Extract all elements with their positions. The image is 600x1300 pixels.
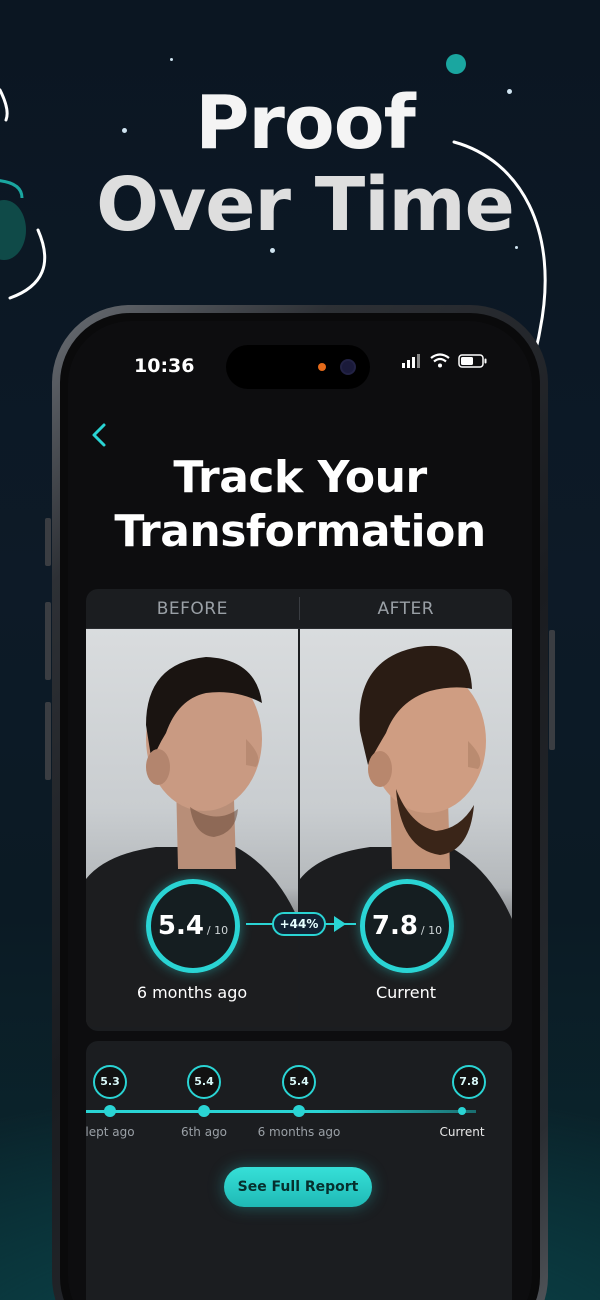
battery-icon (458, 353, 487, 368)
after-label: AFTER (377, 599, 435, 619)
status-icons (402, 353, 488, 368)
photo-comparison: 5.4 / 10 6 months ago 7.8 / 10 Current (86, 629, 512, 1027)
title-line-2: Transformation (114, 506, 486, 557)
progress-timeline-card: 5.3 lept ago 5.4 6th ago 5.4 6 months ag… (86, 1041, 512, 1300)
title-line-1: Track Your (173, 452, 427, 503)
phone-mute-switch (45, 518, 51, 566)
timeline-node[interactable] (198, 1105, 210, 1117)
phone-power-button (549, 630, 555, 750)
timeline-score-badge[interactable]: 5.4 (282, 1065, 316, 1099)
back-button[interactable] (88, 421, 116, 449)
phone-volume-up (45, 602, 51, 680)
before-label: BEFORE (156, 599, 228, 619)
chevron-left-icon (92, 423, 106, 447)
before-score-denominator: / 10 (206, 923, 229, 937)
timeline-label: 6 months ago (257, 1125, 341, 1139)
timeline-node[interactable] (104, 1105, 116, 1117)
after-score-ring: 7.8 / 10 (360, 879, 454, 973)
after-score: 7.8 (371, 911, 418, 941)
phone-bezel: 10:36 Track Your Transformation BEFORE A… (60, 313, 540, 1300)
timeline-score-badge[interactable]: 7.8 (452, 1065, 486, 1099)
page-title: Track Your Transformation (68, 451, 532, 559)
camera-icon (340, 359, 356, 375)
timeline-score-badge[interactable]: 5.3 (93, 1065, 127, 1099)
dynamic-island (226, 345, 370, 389)
after-score-denominator: / 10 (420, 923, 443, 937)
timeline-node[interactable] (458, 1107, 466, 1115)
arrow-right-icon (334, 916, 346, 932)
before-caption: 6 months ago (136, 983, 248, 1002)
before-score: 5.4 (157, 911, 204, 941)
star-dot (170, 58, 173, 61)
timeline-label-current: Current (439, 1125, 485, 1139)
before-photo[interactable]: 5.4 / 10 6 months ago (86, 629, 298, 1027)
teal-dot-decoration (446, 54, 466, 74)
recording-indicator-icon (318, 363, 326, 371)
timeline-track (86, 1110, 476, 1113)
timeline-node[interactable] (293, 1105, 305, 1117)
status-time: 10:36 (134, 355, 195, 377)
phone-frame: 10:36 Track Your Transformation BEFORE A… (52, 305, 548, 1300)
compare-header: BEFORE AFTER (86, 589, 512, 629)
before-after-card: BEFORE AFTER 5.4 / 10 6 months ago 7.8 /… (86, 589, 512, 1031)
signal-icon (402, 353, 420, 368)
before-score-ring: 5.4 / 10 (146, 879, 240, 973)
phone-volume-down (45, 702, 51, 780)
improvement-badge: +44% (272, 912, 326, 936)
timeline-score-badge[interactable]: 5.4 (187, 1065, 221, 1099)
wifi-icon (430, 353, 450, 368)
see-full-report-button[interactable]: See Full Report (224, 1167, 372, 1207)
after-caption: Current (375, 983, 437, 1002)
app-screen: 10:36 Track Your Transformation BEFORE A… (68, 321, 532, 1300)
star-dot (270, 248, 275, 253)
after-photo[interactable]: 7.8 / 10 Current (300, 629, 512, 1027)
